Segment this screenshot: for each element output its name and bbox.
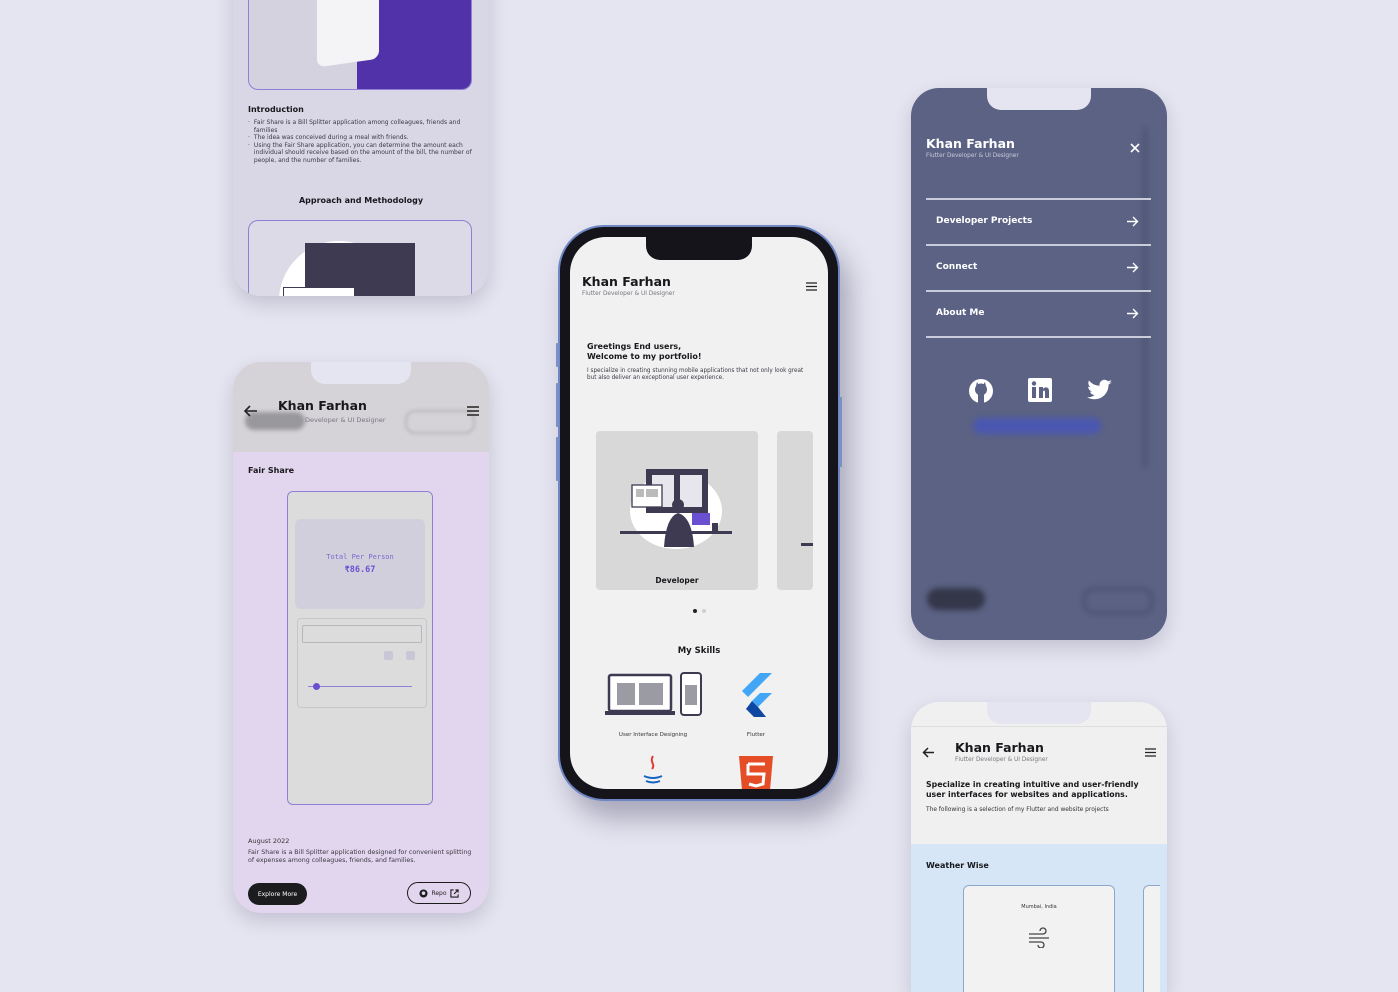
carousel-card-next[interactable] bbox=[777, 431, 813, 590]
notch bbox=[646, 237, 752, 260]
next-project-card[interactable] bbox=[1143, 885, 1160, 992]
external-link-icon bbox=[449, 888, 459, 898]
java-icon bbox=[643, 755, 663, 784]
app-mockup-frame: Total Per Person ₹86.67 bbox=[287, 491, 433, 805]
project-name: Fair Share bbox=[248, 466, 295, 475]
projects-headline: Specialize in creating intuitive and use… bbox=[926, 780, 1139, 799]
close-icon[interactable] bbox=[1130, 143, 1140, 153]
greeting-line-1: Greetings End users, bbox=[587, 342, 682, 351]
carousel-dot[interactable] bbox=[702, 609, 706, 613]
skill-ui-design: User Interface Designing bbox=[598, 671, 708, 741]
home-screen: Khan Farhan Flutter Developer & UI Desig… bbox=[570, 237, 828, 789]
total-card: Total Per Person ₹86.67 bbox=[295, 519, 425, 609]
arrow-right-icon bbox=[1127, 308, 1139, 319]
phone-mockup-image bbox=[317, 0, 379, 68]
menu-subtitle: Flutter Developer & UI Designer bbox=[926, 153, 1019, 159]
explore-more-label: Explore More bbox=[257, 890, 298, 898]
menu-title: Khan Farhan bbox=[926, 136, 1015, 151]
total-value: ₹86.67 bbox=[344, 565, 376, 575]
project-phone: Khan Farhan Developer & UI Designer Fair… bbox=[233, 362, 489, 913]
project-section: Weather Wise Mumbai, India bbox=[911, 844, 1167, 992]
skill-flutter: Flutter bbox=[730, 671, 782, 741]
greeting-line-2: Welcome to my portfolio! bbox=[587, 352, 702, 361]
github-icon bbox=[419, 888, 429, 898]
hamburger-menu-icon[interactable] bbox=[806, 282, 817, 291]
weather-app-mockup[interactable]: Mumbai, India bbox=[963, 885, 1115, 992]
projects-phone: Khan Farhan Flutter Developer & UI Desig… bbox=[911, 702, 1167, 992]
bullet-text: Fair Share is a Bill Splitter applicatio… bbox=[253, 119, 461, 134]
twitter-icon[interactable] bbox=[1087, 379, 1113, 401]
project-header-title: Khan Farhan bbox=[278, 398, 367, 413]
carousel-card-label: Developer bbox=[655, 576, 699, 585]
intro-bullets: · Fair Share is a Bill Splitter applicati… bbox=[248, 119, 476, 164]
project-description: Fair Share is a Bill Splitter applicatio… bbox=[248, 849, 472, 864]
repo-button[interactable]: Repo bbox=[407, 882, 471, 904]
approach-image-frame bbox=[248, 220, 472, 296]
bullet-text: Using the Fair Share application, you ca… bbox=[253, 141, 472, 164]
projects-note: The following is a selection of my Flutt… bbox=[926, 807, 1109, 813]
ui-design-icon bbox=[605, 672, 702, 716]
arrow-right-icon bbox=[1127, 262, 1139, 273]
weather-city: Mumbai, India bbox=[1021, 904, 1057, 910]
linkedin-icon[interactable] bbox=[1028, 378, 1052, 402]
hamburger-menu-icon[interactable] bbox=[467, 406, 479, 416]
github-icon[interactable] bbox=[968, 378, 994, 404]
arrow-right-icon bbox=[1127, 216, 1139, 227]
bullet-text: The idea was conceived during a meal wit… bbox=[253, 134, 409, 141]
carousel-card-developer[interactable]: Developer bbox=[596, 431, 758, 590]
home-intro: I specialize in creating stunning mobile… bbox=[587, 368, 804, 381]
back-arrow-icon[interactable] bbox=[244, 405, 258, 417]
skill-label: Flutter bbox=[746, 732, 766, 738]
flutter-icon bbox=[742, 673, 772, 717]
repo-label: Repo bbox=[431, 889, 447, 897]
html5-icon bbox=[739, 756, 773, 789]
bill-form bbox=[297, 618, 427, 708]
approach-heading: Approach and Methodology bbox=[298, 196, 424, 205]
menu-item-about-me[interactable]: About Me bbox=[926, 292, 1151, 336]
home-title: Khan Farhan bbox=[582, 274, 671, 289]
hero-image-frame bbox=[248, 0, 472, 90]
project-name: Weather Wise bbox=[926, 861, 989, 870]
projects-subtitle: Flutter Developer & UI Designer bbox=[955, 757, 1048, 763]
skill-label: User Interface Designing bbox=[618, 732, 688, 738]
blurred-background bbox=[911, 88, 1167, 640]
home-subtitle: Flutter Developer & UI Designer bbox=[582, 291, 675, 297]
back-arrow-icon[interactable] bbox=[922, 747, 935, 758]
project-date: August 2022 bbox=[248, 837, 290, 845]
total-label: Total Per Person bbox=[326, 553, 394, 561]
weather-wind-icon bbox=[1029, 927, 1049, 948]
project-header-subtitle: Developer & UI Designer bbox=[305, 416, 386, 424]
carousel-dot-active[interactable] bbox=[693, 609, 697, 613]
skills-heading: My Skills bbox=[677, 646, 721, 656]
menu-item-developer-projects[interactable]: Developer Projects bbox=[926, 200, 1151, 244]
menu-item-label: Developer Projects bbox=[936, 216, 1033, 226]
menu-item-connect[interactable]: Connect bbox=[926, 246, 1151, 290]
detail-phone-top: Introduction · Fair Share is a Bill Split… bbox=[233, 0, 489, 296]
projects-title: Khan Farhan bbox=[955, 740, 1044, 755]
hamburger-menu-icon[interactable] bbox=[1145, 748, 1156, 757]
intro-heading: Introduction bbox=[248, 105, 304, 114]
menu-item-label: About Me bbox=[936, 308, 985, 318]
explore-more-button[interactable]: Explore More bbox=[248, 883, 307, 905]
menu-phone: Khan Farhan Flutter Developer & UI Desig… bbox=[911, 88, 1167, 640]
developer-illustration bbox=[620, 469, 732, 549]
menu-item-label: Connect bbox=[936, 262, 978, 272]
